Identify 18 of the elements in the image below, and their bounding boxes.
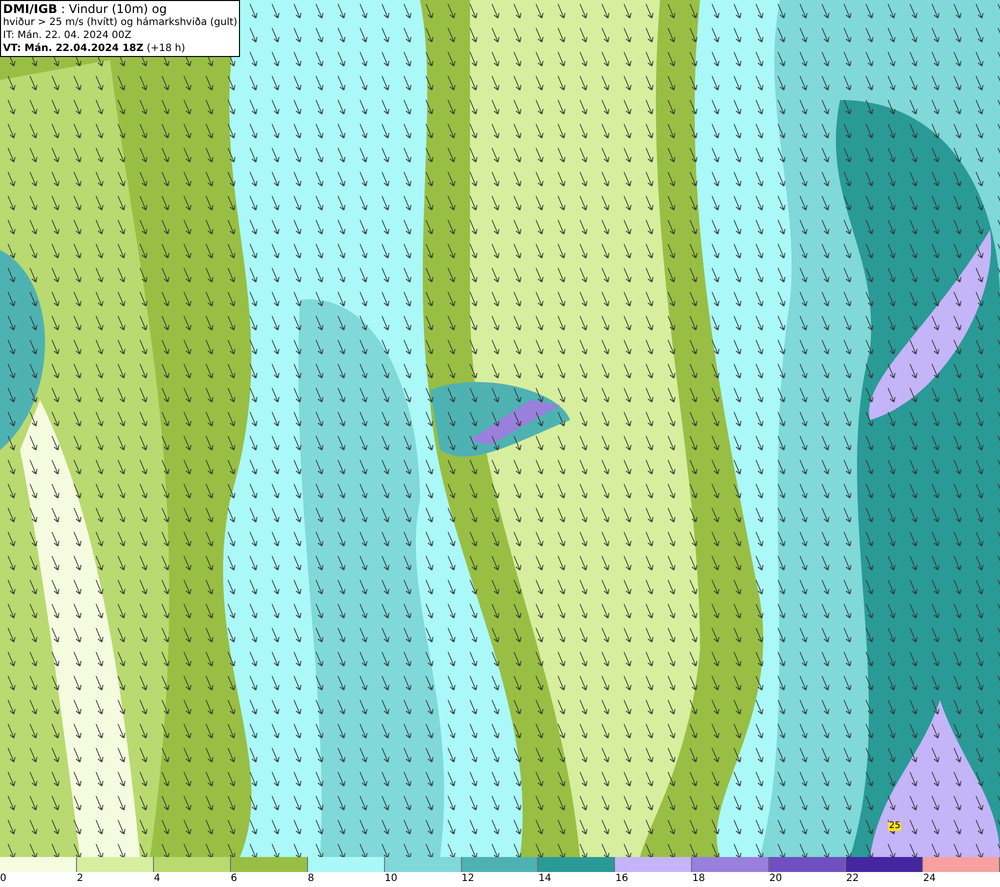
legend-label: 20: [769, 872, 782, 886]
legend-label: 18: [692, 872, 706, 886]
caption-line: IT: Mán. 22. 04. 2024 00Z: [3, 29, 132, 42]
legend-label: 8: [308, 872, 314, 886]
legend-label: 0: [0, 872, 6, 886]
gust-label: 25: [888, 822, 902, 831]
legend-label: 24: [923, 872, 936, 886]
legend-label: 12: [462, 872, 474, 886]
legend-label: 10: [384, 872, 398, 886]
legend-label: 4: [154, 872, 160, 886]
legend-label: 2: [76, 872, 84, 886]
legend-label: 6: [230, 872, 238, 886]
legend-label: 14: [538, 872, 552, 886]
caption-line: VT: Mán. 22.04.2024 18Z (+18 h): [3, 42, 186, 55]
title-line: DMI/IGB : Vindur (10m) og: [3, 2, 168, 16]
legend-label: 16: [615, 872, 628, 886]
caption-line: hviður > 25 m/s (hvítt) og hámarkshviða (gult): [3, 16, 238, 29]
legend-label: 22: [846, 872, 859, 886]
